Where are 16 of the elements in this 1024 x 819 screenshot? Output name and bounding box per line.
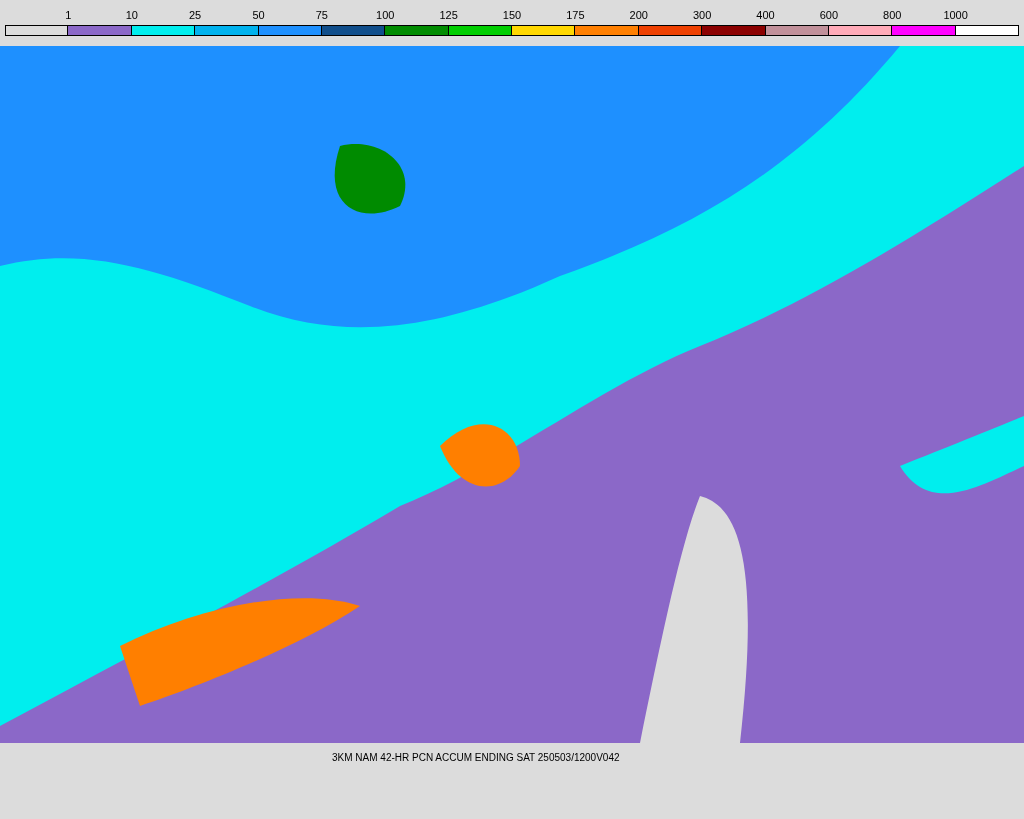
legend-label: 100: [376, 9, 395, 21]
legend-label: 600: [819, 9, 839, 21]
legend-label: 200: [629, 9, 648, 21]
legend-label: 50: [252, 9, 265, 21]
legend-label: 10: [125, 9, 138, 21]
legend-label: 400: [756, 9, 775, 21]
legend-label: 1: [65, 9, 72, 21]
legend-label: 800: [883, 9, 902, 21]
legend-label: 25: [189, 9, 202, 21]
legend-label: 75: [315, 9, 328, 21]
legend-label: 1000: [943, 9, 968, 21]
map-caption: 3KM NAM 42-HR PCN ACCUM ENDING SAT 250503/1200V042: [332, 752, 620, 763]
legend-label: 125: [439, 9, 458, 21]
legend-label: 175: [566, 9, 585, 21]
legend-label: 300: [692, 9, 712, 21]
legend-label: 150: [502, 9, 522, 21]
